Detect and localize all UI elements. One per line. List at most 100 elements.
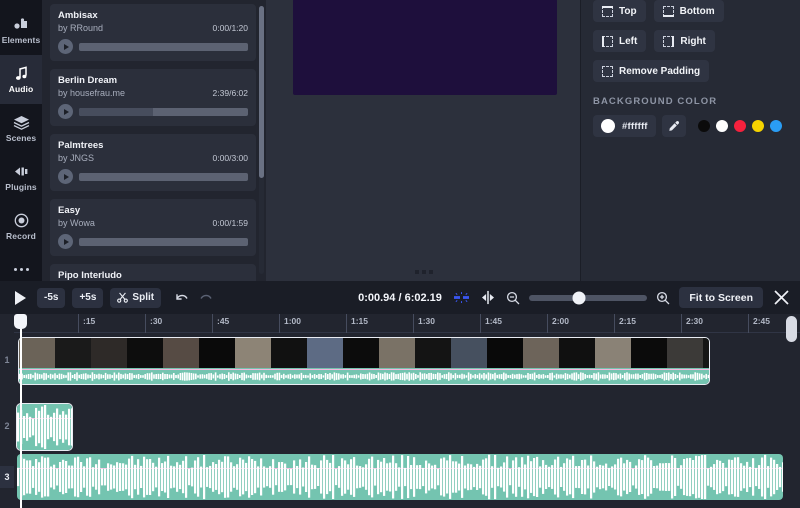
fit-to-screen-button[interactable]: Fit to Screen [679, 287, 763, 308]
audio-track-list: Ambisaxby RRound0:00/1:20Berlin Dreamby … [50, 4, 256, 321]
timeline-clip[interactable] [17, 454, 783, 500]
audio-track-card[interactable]: Easyby Wowa0:00/1:59 [50, 199, 256, 256]
remove-padding-icon [602, 66, 613, 77]
forward-5s-button[interactable]: +5s [72, 288, 103, 308]
color-swatch[interactable] [698, 120, 710, 132]
ruler-tick: 1:15 [346, 314, 368, 333]
split-button[interactable]: Split [110, 288, 161, 308]
zoom-in-button[interactable] [656, 291, 670, 305]
preview-canvas[interactable] [293, 0, 557, 95]
play-button[interactable] [10, 288, 30, 308]
eyedropper-button[interactable] [662, 115, 686, 137]
padding-row-2: Left Right [593, 30, 788, 52]
padding-left-button[interactable]: Left [593, 30, 646, 52]
video-thumbnail [163, 338, 199, 368]
sidebar-item-elements[interactable]: Elements [0, 6, 42, 55]
audio-track-card[interactable]: Palmtreesby JNGS0:00/3:00 [50, 134, 256, 191]
video-thumbnail [235, 338, 271, 368]
ruler-tick-label: 2:00 [552, 314, 569, 328]
sidebar-item-audio[interactable]: Audio [0, 55, 42, 104]
ruler-tick-label: 1:30 [418, 314, 435, 328]
ruler-tick: 1:30 [413, 314, 435, 333]
padding-bottom-button[interactable]: Bottom [654, 0, 724, 22]
playhead-handle[interactable] [14, 314, 27, 329]
background-color-section-label: BACKGROUND COLOR [593, 96, 788, 107]
video-thumbnail [559, 338, 595, 368]
audio-list-scrollbar-thumb[interactable] [259, 6, 264, 178]
current-color-swatch [601, 119, 615, 133]
close-button[interactable] [772, 289, 790, 307]
padding-top-button[interactable]: Top [593, 0, 646, 22]
audio-track-play-button[interactable] [58, 39, 73, 54]
audio-list-scrollbar[interactable] [259, 6, 264, 274]
ruler-tick-label: 2:30 [686, 314, 703, 328]
padding-top-label: Top [619, 6, 637, 17]
video-thumbnail [19, 338, 55, 368]
audio-track-progress-bar[interactable] [79, 43, 248, 51]
zoom-slider-thumb[interactable] [572, 291, 585, 304]
timeline-scrollbar-thumb[interactable] [786, 316, 797, 342]
snap-toggle-button[interactable] [453, 290, 470, 305]
zoom-slider[interactable] [529, 295, 647, 301]
video-thumbnail [307, 338, 343, 368]
ruler-tick-label: 1:00 [284, 314, 301, 328]
padding-row-3: Remove Padding [593, 60, 788, 82]
video-thumbnail [451, 338, 487, 368]
inspector-panel: Top Bottom Left Right [581, 0, 800, 281]
sidebar-item-scenes[interactable]: Scenes [0, 104, 42, 153]
forward-5s-label: +5s [79, 292, 96, 303]
ruler-tick: :45 [212, 314, 229, 333]
snap-icon [453, 290, 470, 305]
ruler-tick-label: :15 [83, 314, 95, 328]
back-5s-button[interactable]: -5s [37, 288, 65, 308]
video-thumbnail [523, 338, 559, 368]
audio-track-card[interactable]: Ambisaxby RRound0:00/1:20 [50, 4, 256, 61]
audio-track-progress-bar[interactable] [79, 173, 248, 181]
audio-track-artist: by housefrau.me [58, 88, 125, 98]
audio-track-time: 0:00/3:00 [213, 153, 248, 163]
panel-drag-handle[interactable] [266, 270, 581, 274]
left-nav-rail: Elements Audio Scenes Plugins [0, 0, 42, 281]
timeline-ruler[interactable]: :15:30:451:001:151:301:452:002:152:302:4… [14, 314, 800, 333]
sidebar-item-plugins[interactable]: Plugins [0, 153, 42, 202]
undo-button[interactable] [172, 289, 190, 307]
audio-track-progress-bar[interactable] [79, 238, 248, 246]
audio-track-play-button[interactable] [58, 169, 73, 184]
remove-padding-button[interactable]: Remove Padding [593, 60, 709, 82]
audio-track-play-button[interactable] [58, 234, 73, 249]
sidebar-item-scenes-label: Scenes [6, 133, 36, 143]
redo-button[interactable] [197, 289, 215, 307]
padding-right-button[interactable]: Right [654, 30, 715, 52]
audio-track-progress-bar[interactable] [79, 108, 248, 116]
audio-track-play-button[interactable] [58, 104, 73, 119]
fit-to-screen-label: Fit to Screen [689, 292, 753, 304]
ruler-tick: :15 [78, 314, 95, 333]
video-thumbnail [703, 338, 709, 368]
sidebar-item-record[interactable]: Record [0, 202, 42, 251]
audio-track-title: Palmtrees [58, 140, 248, 152]
video-editor-window: Elements Audio Scenes Plugins [0, 0, 800, 508]
padding-left-icon [602, 36, 613, 47]
background-color-field[interactable]: #ffffff [593, 115, 656, 137]
timeline-panel[interactable]: :15:30:451:001:151:301:452:002:152:302:4… [0, 314, 800, 508]
timeline-playhead[interactable] [20, 314, 22, 508]
ruler-tick: 2:15 [614, 314, 636, 333]
timeline-clip[interactable] [19, 338, 709, 384]
music-note-icon [12, 65, 30, 81]
timeline-clip[interactable] [17, 404, 72, 450]
color-swatch[interactable] [734, 120, 746, 132]
background-color-row: #ffffff [593, 115, 788, 137]
split-view-button[interactable] [479, 290, 497, 305]
ruler-tick-label: :45 [217, 314, 229, 328]
audio-track-card[interactable]: Berlin Dreamby housefrau.me2:39/6:02 [50, 69, 256, 126]
color-swatch[interactable] [752, 120, 764, 132]
video-thumbnail-strip [19, 338, 709, 368]
audio-track-title: Berlin Dream [58, 75, 248, 87]
zoom-out-button[interactable] [506, 291, 520, 305]
color-swatch[interactable] [716, 120, 728, 132]
sidebar-item-audio-label: Audio [9, 84, 34, 94]
color-swatch[interactable] [770, 120, 782, 132]
transport-left-controls: -5s +5s Split [10, 288, 215, 308]
audio-track-artist: by RRound [58, 23, 103, 33]
video-thumbnail [415, 338, 451, 368]
